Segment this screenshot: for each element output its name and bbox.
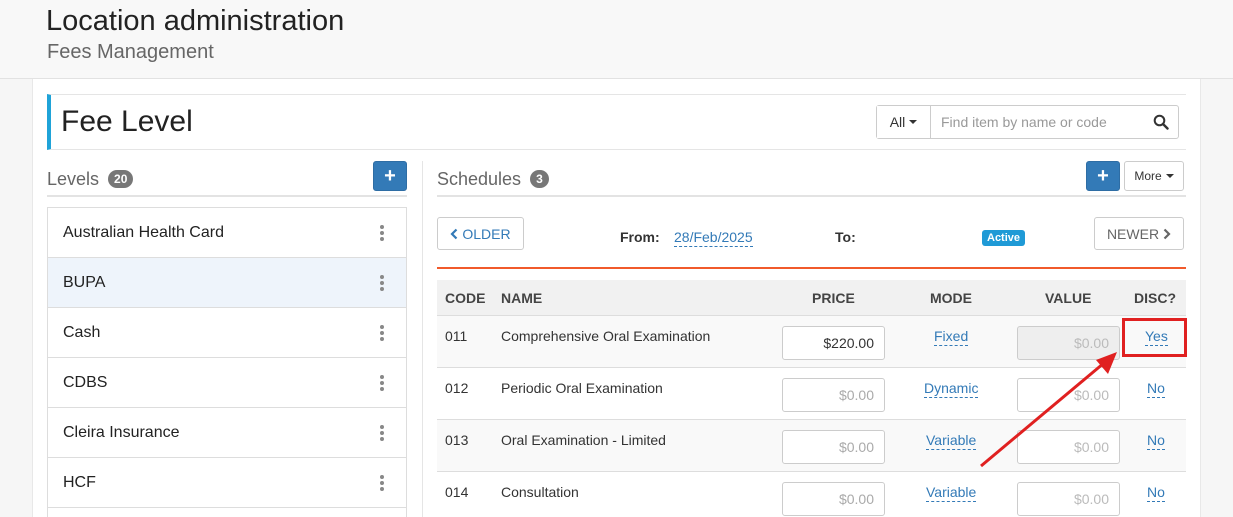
value-input: $0.00 [1017, 326, 1120, 360]
kebab-menu-icon[interactable] [380, 225, 384, 241]
level-item[interactable]: Australian Health Card [48, 208, 406, 258]
level-item-label: HCF [63, 473, 96, 491]
to-label: To: [835, 229, 856, 245]
older-label: OLDER [462, 225, 511, 242]
value-input[interactable]: $0.00 [1017, 430, 1120, 464]
row-code: 012 [445, 380, 469, 396]
row-name: Oral Examination - Limited [501, 432, 666, 448]
row-name: Comprehensive Oral Examination [501, 328, 711, 344]
row-code: 013 [445, 432, 469, 448]
kebab-menu-icon[interactable] [380, 475, 384, 491]
price-input[interactable]: $0.00 [782, 378, 885, 412]
filter-dropdown-label: All [889, 114, 906, 130]
column-header-mode: MODE [930, 290, 972, 306]
schedules-label: Schedules [437, 169, 522, 189]
mode-link[interactable]: Variable [926, 484, 977, 502]
more-label: More [1134, 169, 1162, 183]
kebab-menu-icon[interactable] [380, 275, 384, 291]
page-header: Location administration Fees Management [0, 0, 1233, 79]
more-dropdown-button[interactable]: More [1124, 161, 1184, 191]
add-level-button[interactable]: + [373, 161, 407, 191]
table-row: 011 Comprehensive Oral Examination $220.… [437, 316, 1186, 368]
level-item-label: Cash [63, 323, 101, 341]
column-header-price: PRICE [812, 290, 855, 306]
disc-link[interactable]: No [1147, 484, 1165, 502]
schedule-nav: OLDER From: 28/Feb/2025 To: Active NEWER [437, 217, 1186, 269]
levels-label: Levels [47, 169, 100, 189]
level-item-label: CDBS [63, 373, 108, 391]
schedules-title: Schedules 3 [437, 169, 549, 190]
value-input[interactable]: $0.00 [1017, 482, 1120, 516]
mode-link[interactable]: Dynamic [924, 380, 979, 398]
chevron-left-icon [450, 228, 458, 239]
table-row: 014 Consultation $0.00 Variable $0.00 No [437, 472, 1186, 517]
level-item-label: Australian Health Card [63, 223, 224, 241]
column-header-code: CODE [445, 290, 486, 306]
levels-count-badge: 20 [108, 170, 134, 188]
search-input[interactable] [931, 106, 1144, 138]
level-item[interactable]: Cash [48, 308, 406, 358]
levels-header: Levels 20 + [47, 161, 407, 197]
value-input[interactable]: $0.00 [1017, 378, 1120, 412]
schedules-header: Schedules 3 + More [437, 161, 1186, 197]
level-item[interactable]: HCF [48, 458, 406, 508]
page-subtitle: Fees Management [47, 41, 214, 63]
add-schedule-button[interactable]: + [1086, 161, 1120, 191]
level-item-label: BUPA [63, 273, 106, 291]
caret-down-icon [909, 120, 918, 124]
kebab-menu-icon[interactable] [380, 425, 384, 441]
levels-title: Levels 20 [47, 169, 134, 190]
fee-level-title: Fee Level [61, 105, 193, 138]
filter-dropdown[interactable]: All [877, 106, 931, 138]
search-button[interactable] [1144, 106, 1178, 138]
row-name: Consultation [501, 484, 579, 500]
column-header-disc: DISC? [1134, 290, 1176, 306]
newer-button[interactable]: NEWER [1094, 217, 1184, 250]
disc-link[interactable]: No [1147, 432, 1165, 450]
newer-label: NEWER [1106, 225, 1160, 242]
schedules-count-badge: 3 [530, 170, 549, 188]
row-code: 014 [445, 484, 469, 500]
row-name: Periodic Oral Examination [501, 380, 663, 396]
annotation-highlight-box [1122, 318, 1187, 357]
from-label: From: [620, 229, 660, 245]
fee-level-bar: Fee Level All [47, 94, 1186, 150]
status-badge: Active [982, 230, 1026, 246]
price-input[interactable]: $220.00 [782, 326, 885, 360]
column-header-value: VALUE [1045, 290, 1092, 306]
page-title: Location administration [46, 5, 345, 37]
price-input[interactable]: $0.00 [782, 482, 885, 516]
level-item[interactable]: BUPA [48, 258, 406, 308]
from-date-link[interactable]: 28/Feb/2025 [674, 229, 753, 247]
chevron-right-icon [1163, 228, 1171, 239]
mode-link[interactable]: Fixed [934, 328, 969, 346]
caret-down-icon [1165, 174, 1174, 178]
older-button[interactable]: OLDER [437, 217, 524, 250]
price-input[interactable]: $0.00 [782, 430, 885, 464]
level-item[interactable]: Cleira Insurance [48, 408, 406, 458]
level-item-label: Cleira Insurance [63, 423, 180, 441]
levels-list: Australian Health Card BUPA Cash CDBS Cl… [47, 207, 407, 517]
main-content: Fee Level All Levels 20 + Australian Hea… [32, 79, 1201, 517]
disc-link[interactable]: No [1147, 380, 1165, 398]
search-icon [1153, 114, 1169, 130]
row-code: 011 [445, 328, 468, 344]
level-item[interactable]: CDBS [48, 358, 406, 408]
table-header: CODE NAME PRICE MODE VALUE DISC? [437, 280, 1186, 316]
mode-link[interactable]: Variable [926, 432, 977, 450]
table-row: 013 Oral Examination - Limited $0.00 Var… [437, 420, 1186, 472]
search-group: All [876, 105, 1179, 139]
table-row: 012 Periodic Oral Examination $0.00 Dyna… [437, 368, 1186, 420]
kebab-menu-icon[interactable] [380, 375, 384, 391]
column-header-name: NAME [501, 290, 543, 306]
column-divider [422, 161, 423, 517]
kebab-menu-icon[interactable] [380, 325, 384, 341]
